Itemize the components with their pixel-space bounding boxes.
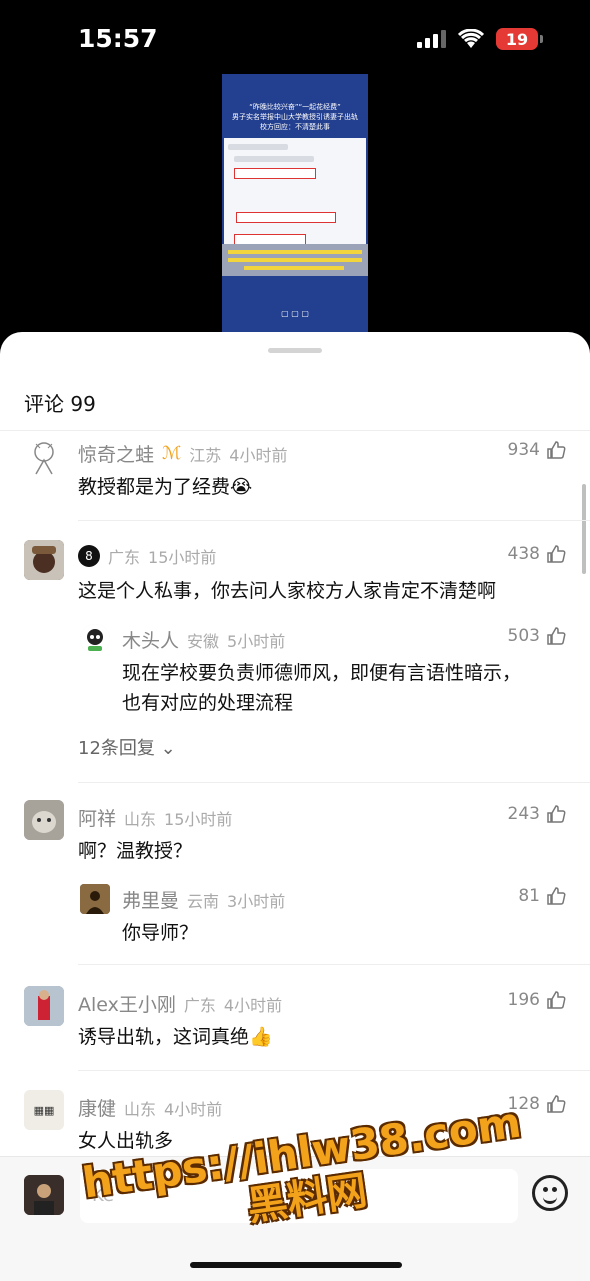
status-bar: 15:57 19 — [0, 0, 590, 75]
reply-time: 3小时前 — [227, 891, 286, 911]
like-count: 503 — [507, 626, 540, 646]
divider — [78, 520, 590, 521]
reply-meta: 木头人 安徽 5小时前 — [122, 626, 285, 653]
like-button[interactable]: 243 — [508, 804, 566, 824]
emoji-icon[interactable] — [532, 1175, 568, 1211]
like-count: 934 — [507, 440, 540, 460]
reply-text: 你导师？ — [122, 922, 199, 944]
my-avatar[interactable] — [24, 1175, 64, 1215]
svg-text:▦▦: ▦▦ — [34, 1104, 55, 1117]
comment-location: 山东 — [124, 1099, 157, 1119]
comment-location: 山东 — [124, 809, 157, 829]
video-logo: ▢ ▢ ▢ — [281, 309, 309, 318]
comment-text: 这是个人私事，你去问人家校方人家肯定不清楚啊 — [78, 580, 497, 602]
thumbs-up-icon — [547, 627, 566, 645]
reply-meta: 弗里曼 云南 3小时前 — [122, 886, 285, 913]
reply-location: 云南 — [187, 891, 220, 911]
more-replies-label: 12条回复 — [78, 738, 155, 759]
drag-handle[interactable] — [268, 348, 322, 353]
comment-time: 4小时前 — [164, 1099, 223, 1119]
like-button[interactable]: 934 — [508, 440, 566, 460]
comment-location: 广东 — [183, 995, 216, 1015]
like-count: 81 — [518, 886, 540, 906]
like-count: 128 — [507, 1094, 540, 1114]
reply-avatar[interactable] — [80, 884, 110, 914]
video-title: “昨晚比较兴奋”“一起花经费” — [249, 103, 341, 111]
like-button[interactable]: 128 — [508, 1094, 566, 1114]
comment-meta: Alex王小刚 广东 4小时前 — [78, 990, 282, 1017]
avatar[interactable] — [24, 986, 64, 1026]
reply-avatar[interactable] — [80, 624, 110, 654]
comment-text: 啊？温教授？ — [78, 840, 193, 862]
comment-author[interactable]: 阿祥 — [78, 804, 116, 831]
avatar[interactable]: ▦▦ — [24, 1090, 64, 1130]
thumbs-up-icon — [547, 1095, 566, 1113]
reply-text: 现在学校要负责师德师风，即便有言语性暗示， — [122, 662, 522, 684]
video-subtitle-2: 校方回应：不清楚此事 — [260, 123, 330, 131]
thumbs-up-icon — [547, 545, 566, 563]
comment-text: 诱导出轨，这词真绝👍 — [78, 1026, 273, 1048]
reply-time: 5小时前 — [227, 631, 286, 651]
divider — [0, 430, 590, 431]
divider — [78, 782, 590, 783]
badge-icon: ℳ — [162, 443, 182, 464]
comment-author[interactable]: 康健 — [78, 1094, 116, 1121]
comment-time: 15小时前 — [148, 548, 217, 567]
like-count: 243 — [507, 804, 540, 824]
comment-meta: 康健 山东 4小时前 — [78, 1094, 222, 1121]
comment-text: 教授都是为了经费😭 — [78, 476, 253, 498]
reply-author[interactable]: 木头人 — [122, 626, 179, 653]
comment-author[interactable]: Alex王小刚 — [78, 990, 176, 1017]
status-icons: 19 — [417, 28, 543, 50]
cellular-signal-icon — [417, 30, 446, 48]
view-more-replies[interactable]: 12条回复 ⌄ — [78, 734, 176, 760]
chevron-down-icon: ⌄ — [160, 738, 176, 759]
comment-location: 江苏 — [189, 445, 222, 465]
like-button[interactable]: 438 — [508, 544, 566, 564]
comment-input[interactable]: Ke — [80, 1169, 518, 1223]
comment-sheet: 评论 99 惊奇之蛙 ℳ 江苏 4小时前 934 教授都是为了经费😭 8 广东 … — [0, 332, 590, 1280]
video-subtitle: 男子实名举报中山大学教授引诱妻子出轨 — [232, 113, 358, 121]
comment-author[interactable]: 惊奇之蛙 — [78, 440, 154, 467]
divider — [78, 964, 590, 965]
comment-text: 女人出轨多 — [78, 1130, 174, 1152]
video-caption — [222, 244, 368, 276]
divider — [78, 1070, 590, 1071]
avatar[interactable] — [24, 540, 64, 580]
thumbs-up-icon — [547, 441, 566, 459]
scrollbar[interactable] — [582, 484, 586, 574]
comment-time: 15小时前 — [164, 809, 233, 829]
video-thumbnail[interactable]: “昨晚比较兴奋”“一起花经费” 男子实名举报中山大学教授引诱妻子出轨 校方回应：… — [222, 74, 368, 332]
avatar[interactable] — [24, 800, 64, 840]
comment-meta: 8 广东 15小时前 — [78, 544, 216, 568]
comment-time: 4小时前 — [229, 445, 288, 465]
reply-author[interactable]: 弗里曼 — [122, 886, 179, 913]
reply-text-2: 也有对应的处理流程 — [122, 692, 294, 714]
comment-time: 4小时前 — [223, 995, 283, 1015]
like-button[interactable]: 503 — [508, 626, 566, 646]
like-button[interactable]: 196 — [508, 990, 566, 1010]
status-time: 15:57 — [78, 24, 158, 53]
billiard-8-ball-icon: 8 — [78, 545, 100, 567]
thumbs-up-icon — [547, 991, 566, 1009]
like-button[interactable]: 81 — [518, 886, 566, 906]
home-indicator[interactable] — [190, 1262, 402, 1268]
like-count: 438 — [507, 544, 540, 564]
comment-count-title: 评论 99 — [24, 392, 96, 416]
wifi-icon — [458, 29, 484, 48]
thumbs-up-icon — [547, 887, 566, 905]
comment-location: 广东 — [108, 548, 141, 567]
avatar[interactable] — [24, 436, 64, 476]
comment-meta: 阿祥 山东 15小时前 — [78, 804, 232, 831]
thumbs-up-icon — [547, 805, 566, 823]
comment-meta: 惊奇之蛙 ℳ 江苏 4小时前 — [78, 440, 287, 467]
battery-icon: 19 — [496, 28, 543, 50]
like-count: 196 — [507, 990, 540, 1010]
reply-location: 安徽 — [187, 631, 220, 651]
